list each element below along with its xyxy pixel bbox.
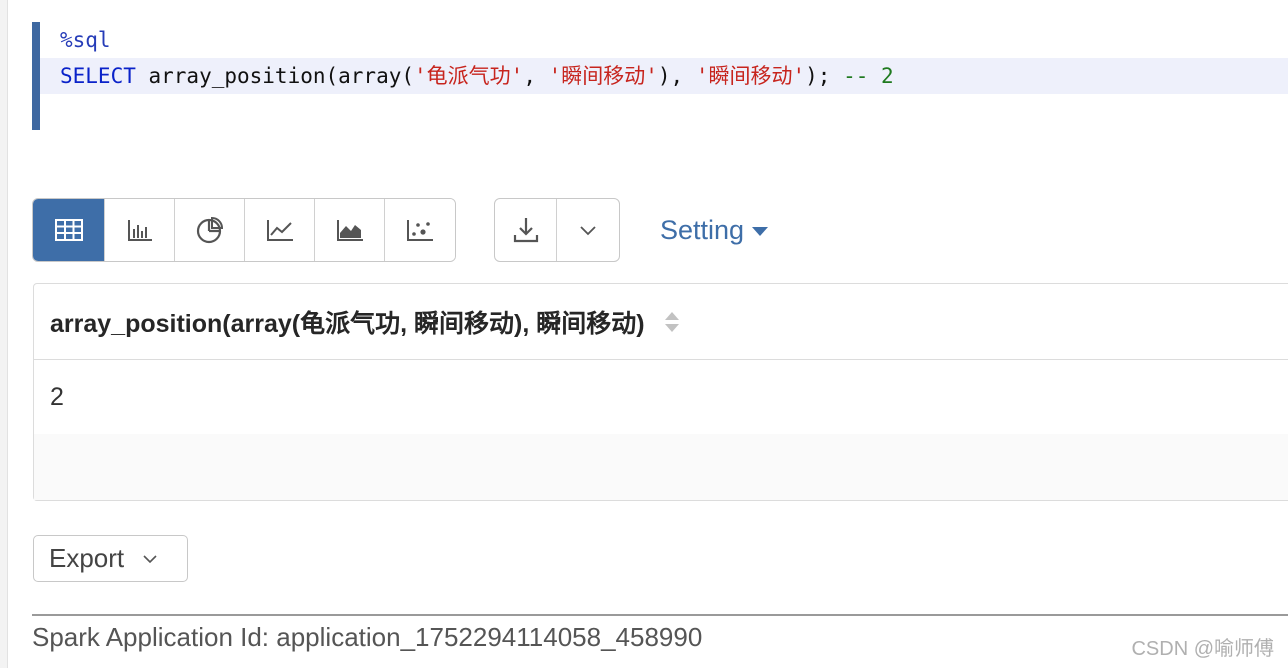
table-header-row: array_position(array(龟派气功, 瞬间移动), 瞬间移动) (34, 284, 1288, 360)
area-chart-icon (336, 220, 363, 241)
code-line-2[interactable]: SELECT array_position(array('龟派气功', '瞬间移… (40, 58, 1288, 94)
line-chart-button[interactable] (245, 199, 315, 261)
code-text: , (523, 64, 549, 88)
setting-dropdown[interactable]: Setting (660, 212, 769, 248)
code-comment: -- 2 (843, 64, 894, 88)
table-view-button[interactable] (33, 199, 105, 261)
table-empty-row (34, 434, 1288, 500)
table-row: 2 (34, 360, 1288, 434)
magic-command: %sql (60, 28, 111, 52)
spark-application-id: Spark Application Id: application_175229… (32, 622, 703, 652)
download-options-dropdown[interactable] (557, 199, 619, 261)
download-button-group (494, 198, 620, 262)
visualization-toolbar (32, 198, 456, 262)
result-table: array_position(array(龟派气功, 瞬间移动), 瞬间移动) … (33, 283, 1288, 501)
notebook-paragraph: %sql SELECT array_position(array('龟派气功',… (0, 0, 1288, 668)
bar-chart-button[interactable] (105, 199, 175, 261)
editor-active-gutter (32, 22, 40, 130)
left-rail (0, 0, 8, 668)
table-cell: 2 (50, 382, 64, 411)
string-literal: '瞬间移动' (548, 64, 658, 88)
scatter-chart-icon (407, 220, 433, 241)
sql-keyword: SELECT (60, 64, 136, 88)
caret-down-icon (752, 226, 769, 236)
code-editor[interactable]: %sql SELECT array_position(array('龟派气功',… (32, 20, 1288, 130)
export-button[interactable]: Export (33, 535, 188, 582)
sort-icon[interactable] (664, 311, 679, 332)
code-line-1[interactable]: %sql (40, 22, 1288, 58)
download-icon (513, 218, 538, 243)
divider (32, 614, 1288, 616)
column-header[interactable]: array_position(array(龟派气功, 瞬间移动), 瞬间移动) (34, 304, 679, 340)
string-literal: '瞬间移动' (695, 64, 806, 88)
column-header-label: array_position(array(龟派气功, 瞬间移动), 瞬间移动) (50, 309, 645, 338)
line-chart-icon (266, 220, 293, 241)
setting-label: Setting (660, 214, 745, 245)
chevron-down-icon (580, 226, 596, 236)
string-literal: '龟派气功' (414, 64, 524, 88)
code-text: array_position(array( (135, 64, 415, 88)
pie-chart-button[interactable] (175, 199, 245, 261)
area-chart-button[interactable] (315, 199, 385, 261)
bar-chart-icon (127, 220, 152, 241)
code-text: ); (805, 64, 844, 88)
chevron-down-icon (143, 554, 157, 563)
watermark: CSDN @喻师傅 (1131, 638, 1274, 660)
table-icon (54, 219, 83, 241)
scatter-chart-button[interactable] (385, 199, 455, 261)
pie-chart-icon (196, 216, 223, 244)
export-label: Export (49, 543, 125, 573)
code-text: ), (657, 64, 696, 88)
download-button[interactable] (495, 199, 557, 261)
